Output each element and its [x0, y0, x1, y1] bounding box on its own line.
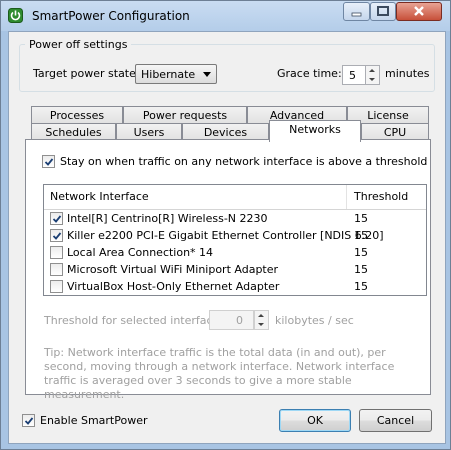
table-row[interactable]: Microsoft Virtual WiFi Miniport Adapter …: [44, 261, 426, 278]
threshold-selected-value: 0: [236, 314, 243, 327]
grace-time-input[interactable]: 5: [342, 65, 366, 85]
grace-time-unit: minutes: [385, 67, 430, 80]
spin-up-icon[interactable]: [366, 66, 379, 75]
spin-down-icon[interactable]: [366, 75, 379, 84]
interface-threshold: 15: [354, 246, 368, 259]
grace-time-value: 5: [349, 69, 356, 82]
threshold-selected-unit: kilobytes / sec: [275, 314, 354, 327]
networks-tab-panel: Stay on when traffic on any network inte…: [25, 139, 431, 401]
dialog-window: SmartPower Configuration Power off setti…: [0, 0, 451, 450]
column-header-threshold[interactable]: Threshold: [354, 190, 408, 203]
threshold-selected-input[interactable]: 0: [209, 310, 254, 330]
stay-on-label: Stay on when traffic on any network inte…: [60, 155, 428, 168]
interface-checkbox[interactable]: [50, 229, 63, 242]
grace-time-label: Grace time:: [277, 67, 342, 80]
list-header: Network Interface Threshold: [44, 185, 426, 210]
checkmark-icon: [44, 158, 54, 166]
interface-threshold: 15: [354, 229, 368, 242]
enable-smartpower-checkbox[interactable]: [22, 414, 35, 427]
target-power-state-value: Hibernate: [141, 68, 196, 81]
table-row[interactable]: VirtualBox Host-Only Ethernet Adapter 15: [44, 278, 426, 295]
minimize-button[interactable]: [343, 2, 370, 21]
grace-time-spinner[interactable]: [365, 65, 380, 85]
checkmark-icon: [52, 232, 62, 240]
minimize-icon: [351, 12, 362, 17]
dialog-client-area: Power off settings Target power state: H…: [8, 31, 446, 444]
stay-on-checkbox[interactable]: [42, 155, 55, 168]
table-row[interactable]: Intel[R] Centrino[R] Wireless-N 2230 15: [44, 210, 426, 227]
tab-power-requests[interactable]: Power requests: [123, 106, 247, 124]
threshold-selected-spinner[interactable]: [254, 310, 269, 330]
app-power-icon: [8, 8, 23, 23]
interface-name: VirtualBox Host-Only Ethernet Adapter: [67, 280, 280, 293]
table-row[interactable]: Killer e2200 PCI-E Gigabit Ethernet Cont…: [44, 227, 426, 244]
target-power-state-label: Target power state:: [33, 67, 140, 80]
network-interface-list[interactable]: Network Interface Threshold Intel[R] Cen…: [43, 184, 427, 296]
close-button[interactable]: [396, 2, 442, 21]
maximize-button[interactable]: [370, 2, 396, 21]
interface-name: Microsoft Virtual WiFi Miniport Adapter: [67, 263, 279, 276]
interface-checkbox[interactable]: [50, 280, 63, 293]
interface-name: Local Area Connection* 14: [67, 246, 214, 259]
dropdown-arrow-icon: [203, 72, 211, 77]
ok-button[interactable]: OK: [279, 409, 351, 432]
target-power-state-select[interactable]: Hibernate: [135, 64, 217, 84]
column-separator[interactable]: [346, 185, 347, 209]
close-icon: [414, 6, 424, 16]
interface-checkbox[interactable]: [50, 212, 63, 225]
threshold-selected-label: Threshold for selected interface:: [44, 314, 224, 327]
column-header-interface[interactable]: Network Interface: [50, 190, 149, 203]
spin-down-icon[interactable]: [255, 320, 268, 329]
interface-checkbox[interactable]: [50, 263, 63, 276]
checkmark-icon: [24, 417, 34, 425]
title-bar[interactable]: SmartPower Configuration: [1, 1, 450, 31]
tip-text: Tip: Network interface traffic is the to…: [44, 346, 395, 401]
cancel-button[interactable]: Cancel: [359, 409, 432, 432]
table-row[interactable]: Local Area Connection* 14 15: [44, 244, 426, 261]
enable-smartpower-label: Enable SmartPower: [40, 414, 148, 427]
interface-threshold: 15: [354, 263, 368, 276]
interface-threshold: 15: [354, 212, 368, 225]
interface-name: Killer e2200 PCI-E Gigabit Ethernet Cont…: [67, 229, 384, 242]
tab-networks[interactable]: Networks: [269, 120, 361, 142]
spin-up-icon[interactable]: [255, 311, 268, 320]
interface-name: Intel[R] Centrino[R] Wireless-N 2230: [67, 212, 268, 225]
window-title: SmartPower Configuration: [32, 9, 190, 23]
power-off-group-title: Power off settings: [25, 38, 132, 51]
interface-checkbox[interactable]: [50, 246, 63, 259]
checkmark-icon: [52, 215, 62, 223]
maximize-icon: [377, 6, 389, 16]
tab-processes[interactable]: Processes: [31, 106, 123, 124]
interface-threshold: 15: [354, 280, 368, 293]
